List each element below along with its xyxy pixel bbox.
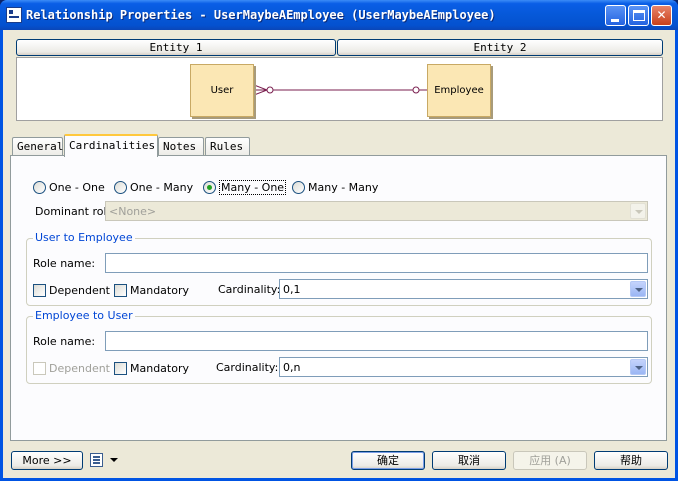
caret-down-icon xyxy=(110,458,118,462)
crowfoot-top xyxy=(253,84,268,91)
minimize-button[interactable] xyxy=(605,5,626,26)
role-name-label: Role name: xyxy=(33,335,96,348)
checkbox-box xyxy=(114,361,127,375)
relationship-line-svg xyxy=(253,84,427,96)
radio-many-one[interactable]: Many - One xyxy=(203,179,287,195)
chevron-down-icon xyxy=(630,203,646,219)
help-button[interactable]: 帮助 xyxy=(594,451,668,470)
relationship-diagram: User Employee xyxy=(16,57,663,121)
tab-cardinalities[interactable]: Cardinalities xyxy=(64,134,158,157)
close-icon: ✕ xyxy=(656,8,667,22)
crowfoot-bottom xyxy=(253,89,268,96)
role-name-input-user-to-employee[interactable] xyxy=(105,253,648,273)
document-icon xyxy=(90,453,103,467)
user-to-employee-group: User to Employee Role name: Dependent Ma… xyxy=(26,231,652,306)
role-name-label: Role name: xyxy=(33,257,96,270)
cardinality-select-user-to-employee[interactable]: 0,1 xyxy=(279,279,648,299)
checkbox-box xyxy=(114,283,127,297)
ok-button[interactable]: 确定 xyxy=(351,451,425,470)
entity-employee-box[interactable]: Employee xyxy=(427,64,491,117)
maximize-icon xyxy=(633,10,645,21)
role-name-input-employee-to-user[interactable] xyxy=(105,331,648,351)
menu-dropdown-button[interactable] xyxy=(90,452,118,469)
radio-circle xyxy=(292,180,305,194)
cardinality-label: Cardinality: xyxy=(218,283,281,296)
checkbox-box xyxy=(33,361,46,375)
maximize-button[interactable] xyxy=(628,5,649,26)
mandatory-checkbox-employee-to-user[interactable]: Mandatory xyxy=(114,361,189,375)
chevron-down-icon[interactable] xyxy=(630,281,646,297)
optional-circle-right xyxy=(412,86,420,94)
radio-circle xyxy=(33,180,46,194)
optional-circle-left xyxy=(266,86,274,94)
radio-circle-selected xyxy=(203,180,216,194)
title-bar[interactable]: Relationship Properties - UserMaybeAEmpl… xyxy=(0,0,678,30)
tab-rules[interactable]: Rules xyxy=(205,137,250,156)
radio-one-one[interactable]: One - One xyxy=(33,180,105,194)
entity1-header-button[interactable]: Entity 1 xyxy=(16,39,336,56)
radio-one-many[interactable]: One - Many xyxy=(114,180,193,194)
dependent-checkbox-user-to-employee[interactable]: Dependent xyxy=(33,283,110,297)
more-button[interactable]: More >> xyxy=(11,451,83,470)
cancel-button[interactable]: 取消 xyxy=(432,451,506,470)
dialog-window: Relationship Properties - UserMaybeAEmpl… xyxy=(0,0,678,481)
tab-notes[interactable]: Notes xyxy=(158,137,204,156)
entity2-header-button[interactable]: Entity 2 xyxy=(337,39,663,56)
employee-to-user-group: Employee to User Role name: Dependent Ma… xyxy=(26,309,652,384)
dialog-body: Entity 1 Entity 2 User Employee General … xyxy=(3,30,675,478)
chevron-down-icon[interactable] xyxy=(630,359,646,375)
radio-circle xyxy=(114,180,127,194)
user-to-employee-title: User to Employee xyxy=(33,231,135,244)
window-title: Relationship Properties - UserMaybeAEmpl… xyxy=(26,8,496,22)
close-button[interactable]: ✕ xyxy=(651,5,672,26)
minimize-icon xyxy=(611,19,619,22)
app-icon[interactable] xyxy=(6,7,22,23)
radio-many-many[interactable]: Many - Many xyxy=(292,180,378,194)
tab-general[interactable]: General xyxy=(12,137,63,156)
entity-user-box[interactable]: User xyxy=(190,64,254,117)
dependent-checkbox-employee-to-user: Dependent xyxy=(33,361,110,375)
employee-to-user-title: Employee to User xyxy=(33,309,135,322)
cardinalities-panel: One - One One - Many Many - One Many - M… xyxy=(10,155,667,441)
cardinality-label: Cardinality: xyxy=(216,361,279,374)
dominant-role-select[interactable]: <None> xyxy=(105,201,648,221)
apply-button: 应用 (A) xyxy=(513,451,587,470)
mandatory-checkbox-user-to-employee[interactable]: Mandatory xyxy=(114,283,189,297)
cardinality-select-employee-to-user[interactable]: 0,n xyxy=(279,357,648,377)
checkbox-box xyxy=(33,283,46,297)
